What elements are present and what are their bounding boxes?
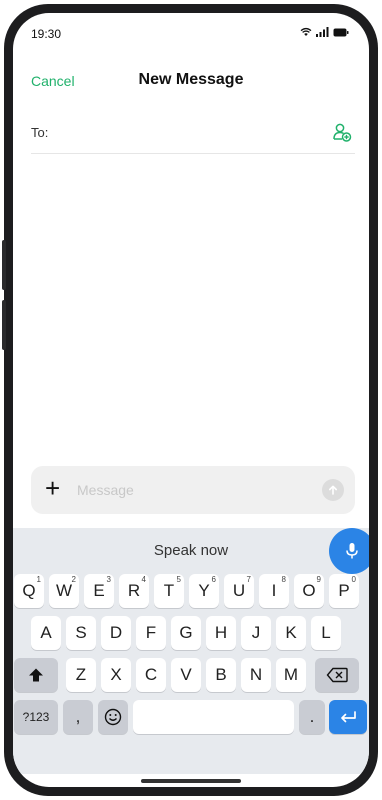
key-label: U <box>232 581 246 600</box>
space-key[interactable] <box>133 700 294 734</box>
shift-icon <box>29 668 43 682</box>
key-hint: 0 <box>351 575 356 584</box>
key-hint: 5 <box>176 575 181 584</box>
key-label: R <box>127 581 141 600</box>
key-hint: 8 <box>281 575 286 584</box>
emoji-key[interactable] <box>98 700 128 734</box>
key-hint: 2 <box>71 575 76 584</box>
send-arrow-icon <box>329 485 337 495</box>
key-n[interactable]: N <box>241 658 271 692</box>
send-button[interactable] <box>322 479 344 501</box>
screen: 19:30 Cancel New Message To: + Message S… <box>13 13 369 787</box>
key-b[interactable]: B <box>206 658 236 692</box>
key-label: E <box>93 581 105 600</box>
microphone-icon <box>346 543 358 559</box>
signal-icon <box>316 27 329 37</box>
to-label: To: <box>31 125 49 140</box>
voice-input-bar: Speak now <box>13 528 369 574</box>
add-contact-icon[interactable] <box>331 121 353 143</box>
keyboard-row-2: A S D F G H J K L <box>13 616 369 650</box>
wifi-icon <box>300 27 312 36</box>
key-a[interactable]: A <box>31 616 61 650</box>
phone-device: 19:30 Cancel New Message To: + Message S… <box>0 0 382 800</box>
key-y[interactable]: Y6 <box>189 574 219 608</box>
key-i[interactable]: I8 <box>259 574 289 608</box>
key-m[interactable]: M <box>276 658 306 692</box>
key-v[interactable]: V <box>171 658 201 692</box>
key-hint: 4 <box>141 575 146 584</box>
key-c[interactable]: C <box>136 658 166 692</box>
key-r[interactable]: R4 <box>119 574 149 608</box>
key-x[interactable]: X <box>101 658 131 692</box>
key-label: Q <box>22 581 36 600</box>
key-z[interactable]: Z <box>66 658 96 692</box>
key-f[interactable]: F <box>136 616 166 650</box>
keyboard-row-1: Q1 W2 E3 R4 T5 Y6 U7 I8 O9 P0 <box>13 574 369 608</box>
volume-button <box>2 300 6 350</box>
home-indicator[interactable] <box>141 779 241 783</box>
key-hint: 3 <box>106 575 111 584</box>
key-s[interactable]: S <box>66 616 96 650</box>
key-label: Y <box>198 581 210 600</box>
comma-key[interactable]: , <box>63 700 93 734</box>
status-time: 19:30 <box>31 27 62 41</box>
key-hint: 9 <box>316 575 321 584</box>
emoji-icon <box>104 708 122 726</box>
key-hint: 1 <box>36 575 41 584</box>
page-title: New Message <box>138 71 244 88</box>
volume-button <box>2 240 6 290</box>
key-label: W <box>55 581 73 600</box>
recipient-field[interactable]: To: <box>31 119 355 154</box>
enter-icon <box>341 711 356 723</box>
keyboard: Speak now Q1 W2 E3 R4 T5 Y6 U7 I8 O9 P0 <box>13 528 369 774</box>
message-input[interactable] <box>77 480 297 500</box>
symbols-key[interactable]: ?123 <box>14 700 58 734</box>
shift-key[interactable] <box>14 658 58 692</box>
key-l[interactable]: L <box>311 616 341 650</box>
key-w[interactable]: W2 <box>49 574 79 608</box>
key-label: I <box>271 581 277 600</box>
key-k[interactable]: K <box>276 616 306 650</box>
key-o[interactable]: O9 <box>294 574 324 608</box>
status-bar: 19:30 <box>13 13 369 47</box>
key-p[interactable]: P0 <box>329 574 359 608</box>
add-attachment-icon[interactable]: + <box>45 474 60 502</box>
key-label: O <box>302 581 316 600</box>
key-h[interactable]: H <box>206 616 236 650</box>
key-label: T <box>163 581 175 600</box>
key-label: P <box>338 581 350 600</box>
speak-now-label: Speak now <box>153 542 229 559</box>
key-d[interactable]: D <box>101 616 131 650</box>
key-e[interactable]: E3 <box>84 574 114 608</box>
battery-icon <box>333 28 349 36</box>
period-key[interactable]: . <box>299 700 325 734</box>
status-icons <box>300 25 349 39</box>
key-g[interactable]: G <box>171 616 201 650</box>
key-hint: 7 <box>246 575 251 584</box>
message-composer: + <box>31 466 355 514</box>
keyboard-row-4: ?123 , . <box>13 700 369 734</box>
mic-button[interactable] <box>329 528 369 574</box>
key-u[interactable]: U7 <box>224 574 254 608</box>
key-q[interactable]: Q1 <box>14 574 44 608</box>
key-hint: 6 <box>211 575 216 584</box>
key-j[interactable]: J <box>241 616 271 650</box>
enter-key[interactable] <box>329 700 367 734</box>
key-t[interactable]: T5 <box>154 574 184 608</box>
backspace-icon <box>326 667 348 683</box>
keyboard-row-3: Z X C V B N M <box>13 658 369 692</box>
backspace-key[interactable] <box>315 658 359 692</box>
